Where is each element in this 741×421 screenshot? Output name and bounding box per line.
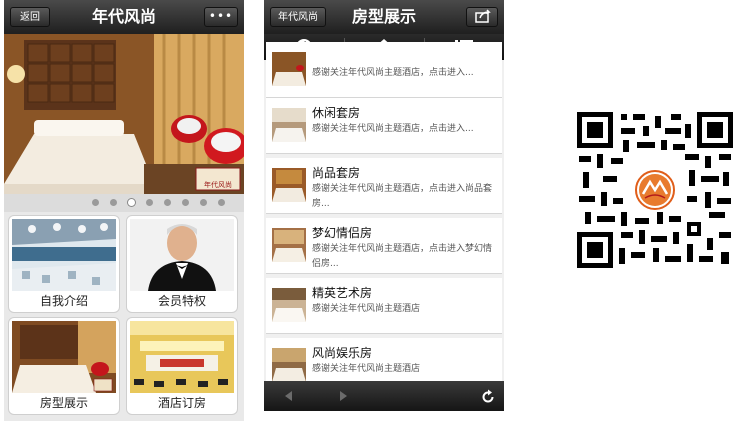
carousel-dot[interactable] — [110, 199, 117, 206]
phone-room-list-screen: 年代风尚 房型展示 感谢关注年代风尚主题酒店，点击进入... 休闲套房 感谢关注… — [264, 0, 504, 411]
list-item[interactable]: 精英艺术房 感谢关注年代风尚主题酒店 — [266, 278, 502, 334]
carousel-dot[interactable] — [146, 199, 153, 206]
room-thumbnail — [272, 168, 306, 202]
list-item[interactable]: 感谢关注年代风尚主题酒店，点击进入... — [266, 42, 502, 98]
banner-image[interactable]: 年代风尚 — [4, 34, 244, 194]
tile-room-types[interactable]: 房型展示 — [8, 317, 120, 415]
room-title: 休闲套房 — [312, 106, 361, 120]
carousel-dot[interactable] — [200, 199, 207, 206]
list-item[interactable]: 休闲套房 感谢关注年代风尚主题酒店，点击进入... — [266, 98, 502, 154]
qr-code — [577, 112, 733, 268]
back-button[interactable]: 年代风尚 — [270, 7, 326, 27]
refresh-icon[interactable] — [480, 389, 496, 405]
room-description: 感谢关注年代风尚主题酒店 — [312, 304, 421, 314]
phone-home-screen: 返回 年代风尚 ••• 年代风尚 自我介绍 会员特权 房型展示 酒店订房 — [4, 0, 244, 421]
hotel-logo: 年代风尚 — [204, 181, 232, 189]
room-title: 尚品套房 — [312, 166, 361, 180]
booking-image — [130, 321, 234, 393]
room-description: 感谢关注年代风尚主题酒店，点击进入... — [312, 124, 474, 134]
room-description: 感谢关注年代风尚主题酒店，点击进入梦幻情侣房... — [312, 244, 493, 269]
tile-label: 酒店订房 — [157, 396, 206, 410]
prev-arrow-icon[interactable] — [282, 389, 296, 403]
top-bar: 年代风尚 房型展示 — [264, 0, 504, 34]
tile-label: 自我介绍 — [39, 294, 88, 308]
room-description: 感谢关注年代风尚主题酒店 — [312, 364, 421, 374]
list-item[interactable]: 尚品套房 感谢关注年代风尚主题酒店，点击进入尚品套房... — [266, 158, 502, 214]
browser-bottom-bar — [264, 381, 504, 411]
top-bar: 返回 年代风尚 ••• — [4, 0, 244, 34]
qr-logo — [635, 170, 675, 210]
carousel-indicators — [4, 194, 244, 212]
tile-label: 房型展示 — [39, 396, 88, 410]
room-description: 感谢关注年代风尚主题酒店，点击进入尚品套房... — [312, 184, 493, 209]
back-button[interactable]: 返回 — [10, 7, 50, 27]
room-title: 风尚娱乐房 — [312, 346, 373, 360]
room-list: 感谢关注年代风尚主题酒店，点击进入... 休闲套房 感谢关注年代风尚主题酒店，点… — [264, 42, 504, 394]
more-button[interactable]: ••• — [204, 7, 238, 27]
room-types-image — [12, 321, 116, 393]
list-item[interactable]: 梦幻情侣房 感谢关注年代风尚主题酒店，点击进入梦幻情侣房... — [266, 218, 502, 274]
membership-image — [130, 219, 234, 291]
carousel-dot[interactable] — [92, 199, 99, 206]
room-title: 梦幻情侣房 — [312, 226, 373, 240]
share-button[interactable] — [466, 7, 498, 27]
carousel-dot[interactable] — [218, 199, 225, 206]
page-title: 房型展示 — [351, 7, 416, 26]
room-thumbnail — [272, 52, 306, 86]
about-image — [12, 219, 116, 291]
tile-booking[interactable]: 酒店订房 — [126, 317, 238, 415]
room-thumbnail — [272, 288, 306, 322]
room-thumbnail — [272, 348, 306, 382]
room-thumbnail — [272, 228, 306, 262]
hotel-logo-icon — [639, 174, 671, 206]
carousel-dot[interactable] — [182, 199, 189, 206]
tile-about[interactable]: 自我介绍 — [8, 215, 120, 313]
room-description: 感谢关注年代风尚主题酒店，点击进入... — [312, 68, 474, 78]
tile-label: 会员特权 — [157, 294, 206, 308]
room-thumbnail — [272, 108, 306, 142]
next-arrow-icon[interactable] — [336, 389, 350, 403]
tile-membership[interactable]: 会员特权 — [126, 215, 238, 313]
share-icon — [475, 9, 491, 23]
carousel-dot-active[interactable] — [128, 199, 135, 206]
page-title: 年代风尚 — [91, 7, 156, 26]
carousel-dot[interactable] — [164, 199, 171, 206]
room-title: 精英艺术房 — [312, 286, 373, 300]
